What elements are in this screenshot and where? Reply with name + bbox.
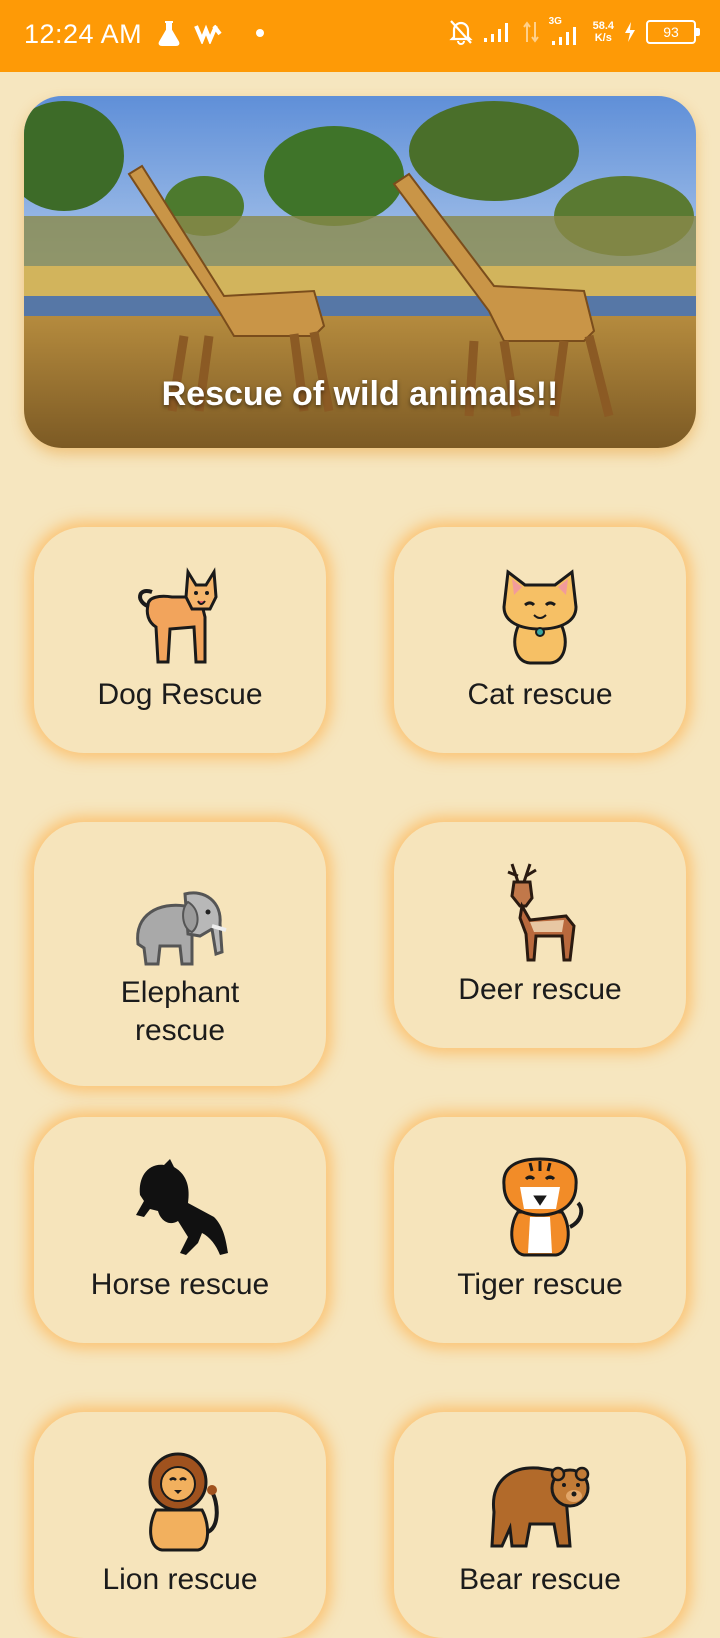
card-label: Cat rescue — [467, 678, 613, 711]
card-horse-rescue[interactable]: Horse rescue — [34, 1117, 326, 1343]
card-bear-rescue[interactable]: Bear rescue — [394, 1412, 686, 1638]
card-label: Horse rescue — [90, 1268, 270, 1301]
signal-bars-icon — [483, 23, 508, 42]
signal-3g-bars-icon — [551, 27, 576, 45]
card-tiger-rescue[interactable]: Tiger rescue — [394, 1117, 686, 1343]
card-label: Elephant rescue — [120, 976, 240, 1047]
lion-icon — [148, 1452, 219, 1552]
card-elephant-rescue[interactable]: Elephant rescue — [34, 822, 326, 1086]
battery-indicator: 93 — [646, 20, 700, 44]
system-icons: 3G 58.4 K/s 93 — [448, 16, 700, 46]
bear-icon — [490, 1466, 590, 1548]
banner-carousel[interactable]: Rescue of wild animals!! — [24, 96, 696, 448]
signal-3g: 3G — [549, 16, 583, 46]
charging-bolt-icon — [625, 22, 635, 42]
card-lion-rescue[interactable]: Lion rescue — [34, 1412, 326, 1638]
network-speed: 58.4 K/s — [592, 20, 614, 44]
elephant-icon — [136, 891, 227, 966]
card-label: Dog Rescue — [97, 678, 263, 711]
dog-icon — [138, 567, 218, 664]
status-time: 12:24 AM — [24, 19, 143, 49]
app-notification-icon — [194, 24, 222, 44]
horse-icon — [136, 1159, 228, 1255]
status-bar: 12:24 AM 3G 58.4 K/s 93 — [0, 0, 720, 72]
card-cat-rescue[interactable]: Cat rescue — [394, 527, 686, 753]
notification-icons — [158, 20, 264, 46]
lab-flask-icon — [158, 21, 180, 46]
card-label: Tiger rescue — [457, 1268, 623, 1301]
data-transfer-icon — [522, 21, 539, 43]
bell-muted-icon — [448, 20, 473, 45]
banner-caption: Rescue of wild animals!! — [161, 375, 559, 413]
more-notifications-dot — [256, 29, 264, 37]
cat-icon — [502, 569, 578, 665]
card-label: Bear rescue — [459, 1563, 621, 1596]
tiger-icon — [502, 1157, 584, 1257]
card-dog-rescue[interactable]: Dog Rescue — [34, 527, 326, 753]
card-label: Lion rescue — [102, 1563, 258, 1596]
deer-icon — [507, 863, 576, 962]
card-deer-rescue[interactable]: Deer rescue — [394, 822, 686, 1048]
card-label: Deer rescue — [458, 973, 622, 1006]
